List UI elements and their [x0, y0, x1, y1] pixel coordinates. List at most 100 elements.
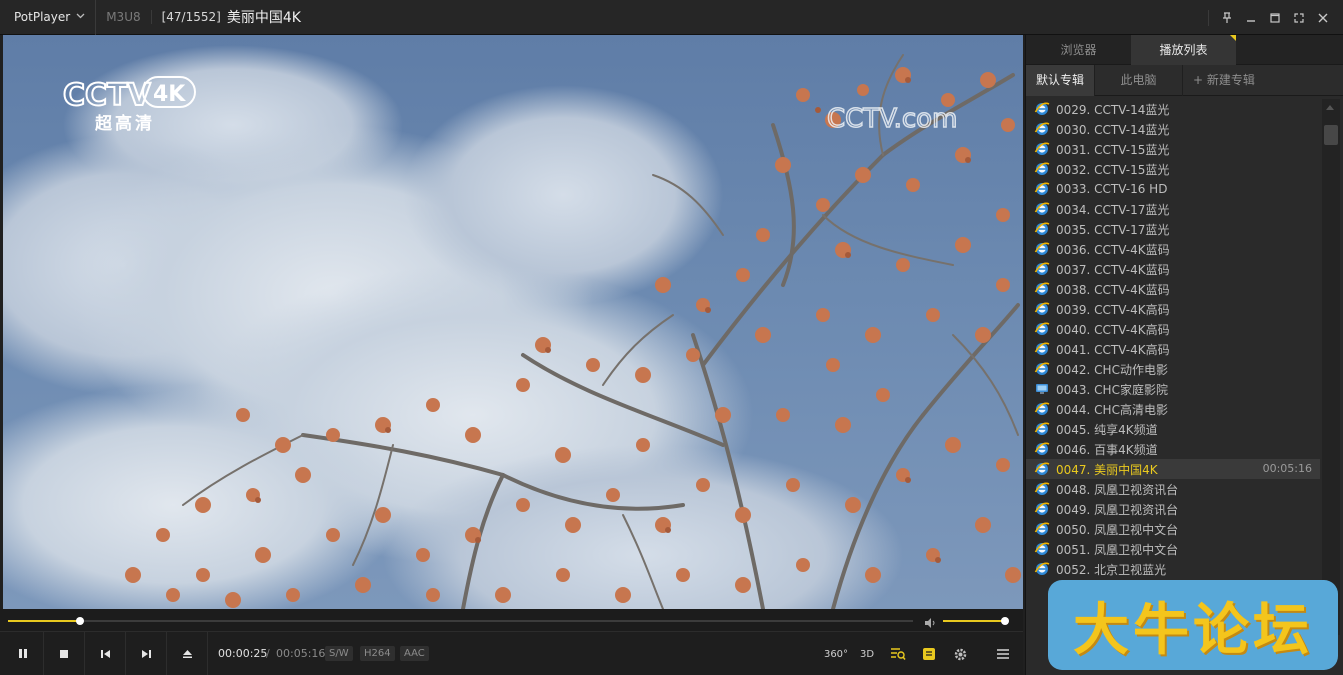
app-menu-button[interactable]: PotPlayer	[0, 0, 97, 35]
fullscreen-icon[interactable]	[1287, 6, 1311, 30]
pin-icon[interactable]	[1215, 6, 1239, 30]
web-stream-icon	[1034, 441, 1050, 457]
playlist-item[interactable]: 0037. CCTV-4K蓝码	[1026, 259, 1320, 279]
playlist-item-label: 0037. CCTV-4K蓝码	[1056, 262, 1170, 277]
playlist-position: [47/1552]	[161, 10, 221, 24]
time-total: 00:05:16	[276, 647, 326, 660]
web-stream-icon	[1034, 561, 1050, 577]
minimize-icon[interactable]	[1239, 6, 1263, 30]
playlist-item[interactable]: 0039. CCTV-4K高码	[1026, 299, 1320, 319]
playlist-item[interactable]: 0050. 凤凰卫视中文台	[1026, 519, 1320, 539]
playlist-item[interactable]: 0041. CCTV-4K高码	[1026, 339, 1320, 359]
playlist-item-label: 0032. CCTV-15蓝光	[1056, 162, 1170, 177]
playlist-item[interactable]: 0049. 凤凰卫视资讯台	[1026, 499, 1320, 519]
playlist-item[interactable]: 0044. CHC高清电影	[1026, 399, 1320, 419]
settings-icon[interactable]	[948, 642, 972, 666]
web-stream-icon	[1034, 521, 1050, 537]
3d-icon[interactable]: 3D	[855, 642, 879, 666]
audio-codec-badge[interactable]: AAC	[400, 646, 429, 661]
360-icon[interactable]: 360°	[824, 642, 848, 666]
playlist-scrollbar[interactable]	[1322, 99, 1340, 635]
volume-level	[943, 620, 1006, 622]
playlist-item[interactable]: 0045. 纯享4K频道	[1026, 419, 1320, 439]
playlist-item[interactable]: 0036. CCTV-4K蓝码	[1026, 239, 1320, 259]
playlist-item-label: 0048. 凤凰卫视资讯台	[1056, 482, 1179, 497]
tab-playlist[interactable]: 播放列表	[1131, 35, 1236, 65]
playlist-item-label: 0029. CCTV-14蓝光	[1056, 102, 1170, 117]
title-bar: PotPlayer M3U8 [47/1552] 美丽中国4K	[0, 0, 1343, 35]
stop-button[interactable]	[44, 632, 85, 675]
eject-button[interactable]	[167, 632, 208, 675]
next-button[interactable]	[126, 632, 167, 675]
playlist-item-label: 0045. 纯享4K频道	[1056, 422, 1158, 437]
playlist-item[interactable]: 0042. CHC动作电影	[1026, 359, 1320, 379]
playlist-item[interactable]: 0038. CCTV-4K蓝码	[1026, 279, 1320, 299]
video-codec-badge[interactable]: H264	[360, 646, 395, 661]
playlist-item[interactable]: 0029. CCTV-14蓝光	[1026, 99, 1320, 119]
scroll-up-icon[interactable]	[1326, 105, 1334, 110]
close-icon[interactable]	[1311, 6, 1335, 30]
web-stream-icon	[1034, 361, 1050, 377]
playlist-item-label: 0039. CCTV-4K高码	[1056, 302, 1170, 317]
playlist-item-label: 0043. CHC家庭影院	[1056, 382, 1168, 397]
playlist-item-label: 0040. CCTV-4K高码	[1056, 322, 1170, 337]
playlist-item[interactable]: 0051. 凤凰卫视中文台	[1026, 539, 1320, 559]
playlist-search-icon[interactable]	[886, 642, 910, 666]
forum-watermark: 大牛论坛	[1048, 580, 1338, 670]
web-stream-icon	[1034, 221, 1050, 237]
360-label: 360°	[823, 648, 849, 660]
playlist-item[interactable]: 0032. CCTV-15蓝光	[1026, 159, 1320, 179]
playlist-item-label: 0035. CCTV-17蓝光	[1056, 222, 1170, 237]
seek-progress	[8, 620, 81, 622]
playlist-item[interactable]: 0048. 凤凰卫视资讯台	[1026, 479, 1320, 499]
playlist-item-label: 0038. CCTV-4K蓝码	[1056, 282, 1170, 297]
web-stream-icon	[1034, 461, 1050, 477]
playlist-item[interactable]: 0035. CCTV-17蓝光	[1026, 219, 1320, 239]
playlist-item[interactable]: 0046. 百事4K频道	[1026, 439, 1320, 459]
menu-icon[interactable]	[991, 642, 1015, 666]
playlist-item[interactable]: 0034. CCTV-17蓝光	[1026, 199, 1320, 219]
video-surface[interactable]: CCTV 4K 超高清 CCTV.com	[3, 35, 1023, 609]
potplayer-window: PotPlayer M3U8 [47/1552] 美丽中国4K CCTV 4K …	[0, 0, 1343, 675]
web-stream-icon	[1034, 541, 1050, 557]
web-stream-icon	[1034, 501, 1050, 517]
playlist-item-label: 0041. CCTV-4K高码	[1056, 342, 1170, 357]
maximize-icon[interactable]	[1263, 6, 1287, 30]
logo-cctv-text: CCTV	[63, 78, 151, 113]
tab-this-pc[interactable]: 此电脑	[1095, 65, 1184, 96]
control-bar: 00:00:25 / 00:05:16 S/W H264 AAC 360° 3D	[0, 631, 1023, 675]
web-stream-icon	[1034, 301, 1050, 317]
video-frame-image: CCTV 4K 超高清 CCTV.com	[3, 45, 1021, 609]
playlist-item[interactable]: 0043. CHC家庭影院	[1026, 379, 1320, 399]
previous-button[interactable]	[85, 632, 126, 675]
subtitle-icon[interactable]	[917, 642, 941, 666]
new-album-button[interactable]: + 新建专辑	[1183, 65, 1265, 96]
playlist-item[interactable]: 0033. CCTV-16 HD	[1026, 179, 1320, 199]
playlist-item-label: 0034. CCTV-17蓝光	[1056, 202, 1170, 217]
playlist-item-label: 0033. CCTV-16 HD	[1056, 182, 1168, 196]
volume-slider[interactable]	[943, 617, 1010, 625]
scroll-thumb[interactable]	[1324, 125, 1338, 145]
playlist-item[interactable]: 0052. 北京卫视蓝光	[1026, 559, 1320, 579]
playlist-item-label: 0044. CHC高清电影	[1056, 402, 1168, 417]
seek-bar[interactable]	[8, 617, 913, 625]
web-stream-icon	[1034, 141, 1050, 157]
volume-handle[interactable]	[1001, 617, 1010, 625]
playlist-item-label: 0049. 凤凰卫视资讯台	[1056, 502, 1179, 517]
web-stream-icon	[1034, 121, 1050, 137]
playlist-item[interactable]: 0047. 美丽中国4K 00:05:16	[1026, 459, 1320, 479]
pause-icon	[19, 649, 27, 658]
playlist-item[interactable]: 0031. CCTV-15蓝光	[1026, 139, 1320, 159]
chevron-down-icon	[76, 12, 85, 22]
tab-browser[interactable]: 浏览器	[1026, 35, 1131, 65]
playlist-item[interactable]: 0030. CCTV-14蓝光	[1026, 119, 1320, 139]
seek-handle[interactable]	[76, 617, 85, 625]
playlist-item[interactable]: 0040. CCTV-4K高码	[1026, 319, 1320, 339]
tab-default-album[interactable]: 默认专辑	[1026, 65, 1096, 96]
pause-button[interactable]	[3, 632, 44, 675]
web-stream-icon	[1034, 341, 1050, 357]
eject-icon	[182, 649, 192, 658]
album-tabs: 默认专辑 此电脑 + 新建专辑	[1026, 65, 1343, 96]
renderer-badge[interactable]: S/W	[325, 646, 353, 661]
cctv-watermark: CCTV.com	[827, 104, 957, 134]
